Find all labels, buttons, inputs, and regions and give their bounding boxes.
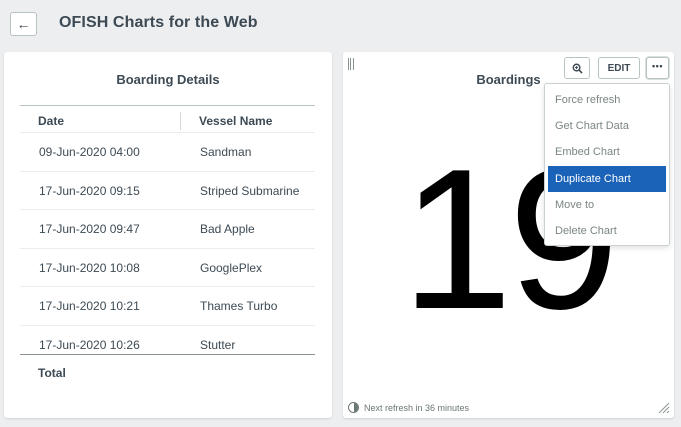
- cell-date: 09-Jun-2020 04:00: [39, 145, 140, 159]
- table-row: 17-Jun-2020 09:15 Striped Submarine: [20, 172, 315, 211]
- menu-item-duplicate-chart[interactable]: Duplicate Chart: [548, 165, 666, 192]
- refresh-timer-icon: [348, 402, 359, 413]
- cell-vessel-name: GooglePlex: [200, 260, 263, 275]
- cell-date: 17-Jun-2020 10:26: [39, 337, 140, 352]
- column-header-vessel-name[interactable]: Vessel Name: [199, 114, 272, 128]
- menu-item-force-refresh[interactable]: Force refresh: [545, 87, 669, 113]
- page-title: OFISH Charts for the Web: [59, 14, 258, 31]
- table-row: 17-Jun-2020 10:21 Thames Turbo: [20, 287, 315, 326]
- cell-date: 17-Jun-2020 09:47: [39, 222, 140, 237]
- table-row: 09-Jun-2020 04:00 Sandman: [20, 133, 315, 172]
- table-body[interactable]: 09-Jun-2020 04:00 Sandman 17-Jun-2020 09…: [20, 133, 315, 355]
- cell-vessel-name: Striped Submarine: [200, 183, 300, 198]
- cell-vessel-name: Stutter: [200, 337, 236, 352]
- table-row: 17-Jun-2020 09:47 Bad Apple: [20, 210, 315, 249]
- cell-date: 17-Jun-2020 09:15: [39, 183, 140, 198]
- table-row: 17-Jun-2020 10:08 GooglePlex: [20, 249, 315, 288]
- boarding-table: Date Vessel Name 09-Jun-2020 04:00 Sandm…: [20, 105, 315, 385]
- cell-date: 17-Jun-2020 10:21: [39, 299, 140, 314]
- zoom-button[interactable]: [564, 57, 590, 79]
- menu-item-get-chart-data[interactable]: Get Chart Data: [545, 113, 669, 139]
- more-options-button[interactable]: •••: [646, 57, 669, 79]
- cell-vessel-name: Sandman: [200, 145, 252, 159]
- ellipsis-icon: •••: [652, 60, 663, 71]
- total-label: Total: [38, 366, 66, 380]
- menu-item-delete-chart[interactable]: Delete Chart: [545, 218, 669, 244]
- top-bar: ← OFISH Charts for the Web: [0, 0, 681, 50]
- total-row: Total: [20, 355, 315, 385]
- zoom-in-icon: [572, 63, 583, 74]
- refresh-status: Next refresh in 36 minutes: [348, 402, 469, 413]
- menu-item-embed-chart[interactable]: Embed Chart: [545, 139, 669, 165]
- drag-handle-icon[interactable]: [348, 58, 354, 70]
- table-row: 17-Jun-2020 10:26 Stutter: [20, 326, 315, 354]
- column-header-date[interactable]: Date: [38, 114, 64, 128]
- cell-vessel-name: Bad Apple: [200, 222, 255, 237]
- boarding-details-chart: Boarding Details Date Vessel Name 09-Jun…: [4, 52, 332, 418]
- back-button[interactable]: ←: [10, 12, 37, 36]
- cell-date: 17-Jun-2020 10:08: [39, 260, 140, 275]
- chart-options-menu: Force refresh Get Chart Data Embed Chart…: [544, 83, 670, 246]
- edit-button[interactable]: EDIT: [598, 57, 640, 79]
- chart-title: Boarding Details: [116, 72, 220, 87]
- table-header: Date Vessel Name: [20, 105, 315, 133]
- cell-vessel-name: Thames Turbo: [200, 299, 278, 314]
- menu-item-move-to[interactable]: Move to: [545, 192, 669, 218]
- resize-handle-icon[interactable]: [658, 402, 670, 414]
- column-divider[interactable]: [180, 112, 181, 130]
- arrow-left-icon: ←: [16, 16, 31, 32]
- refresh-status-text: Next refresh in 36 minutes: [364, 402, 470, 413]
